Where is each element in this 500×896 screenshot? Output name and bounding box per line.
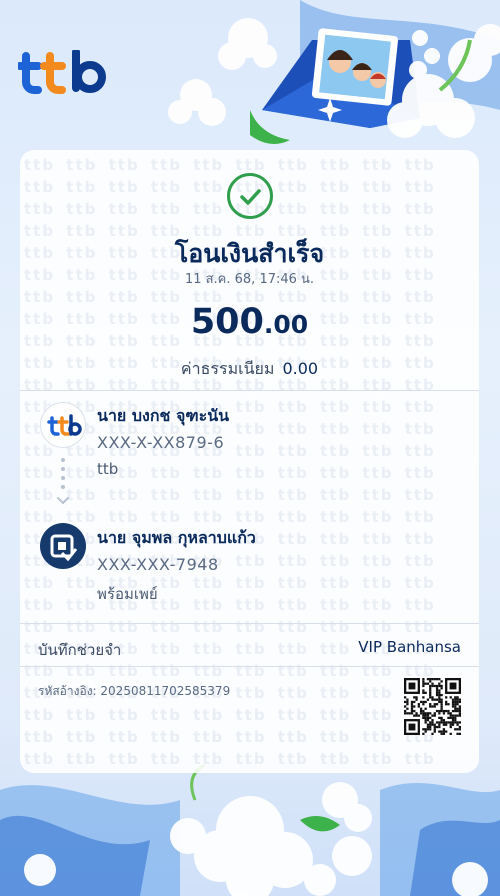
fee-value: 0.00 <box>282 359 319 378</box>
sender-account: XXX-X-XX879-6 <box>97 433 225 452</box>
chevron-down-icon <box>57 497 69 505</box>
memo-label: บันทึกช่วยจำ <box>38 641 122 659</box>
transfer-amount: 500.00 <box>20 302 479 342</box>
receiver-bank-avatar <box>40 523 86 569</box>
transfer-receipt-card: ttb ttb ttb ttb ttb ttb ttb ttb ttb ttb … <box>20 150 479 773</box>
sender-bank: ttb <box>97 460 119 478</box>
sender-bank-avatar <box>40 402 86 448</box>
memo-value: VIP Banhansa <box>358 638 461 656</box>
receiver-bank: พร้อมเพย์ <box>97 585 158 603</box>
sender-name: นาย บงกช จุฑะนัน <box>97 406 230 425</box>
receiver-account: XXX-XXX-7948 <box>97 555 219 574</box>
promptpay-icon <box>50 534 78 562</box>
success-check-icon <box>227 173 273 219</box>
divider <box>20 390 479 391</box>
transfer-flow-dots <box>61 458 65 494</box>
fee-label: ค่าธรรมเนียม <box>180 359 275 378</box>
ttb-logo <box>18 50 106 94</box>
qr-code[interactable] <box>404 678 461 735</box>
fee-row: ค่าธรรมเนียม 0.00 <box>20 357 479 382</box>
divider <box>20 623 479 624</box>
amount-decimal: .00 <box>263 310 309 339</box>
ttb-icon <box>47 414 82 436</box>
transfer-datetime: 11 ส.ค. 68, 17:46 น. <box>184 272 315 287</box>
reference-number: รหัสอ้างอิง: 20250811702585379 <box>38 684 231 698</box>
amount-main: 500 <box>190 302 264 342</box>
divider <box>20 666 479 667</box>
receiver-name: นาย จุมพล กุหลาบแก้ว <box>97 528 256 547</box>
